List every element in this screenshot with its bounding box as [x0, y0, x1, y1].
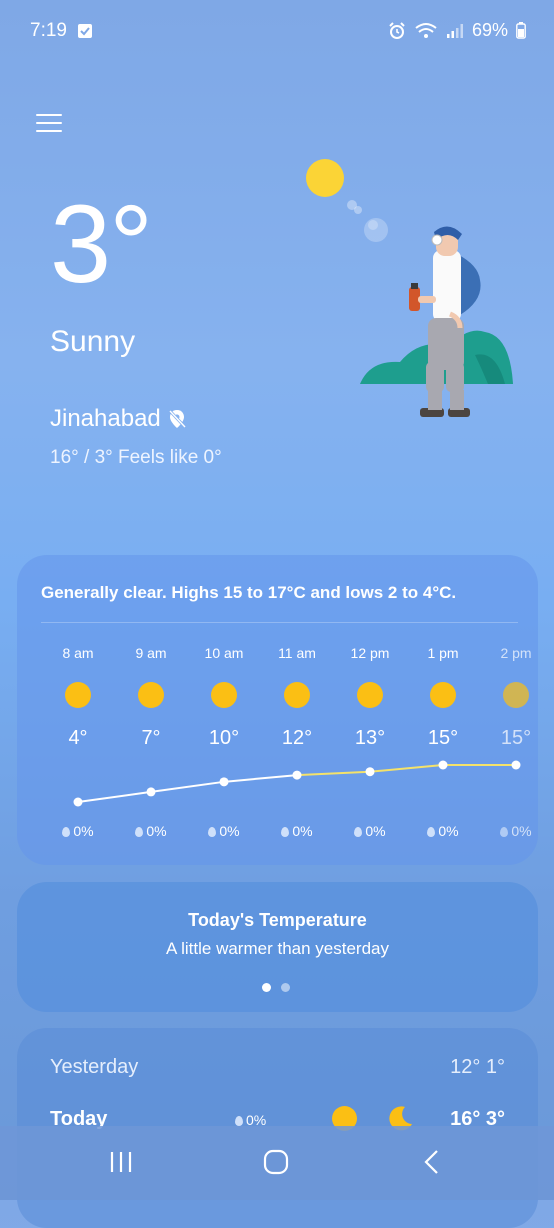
curve-point	[511, 760, 521, 770]
curve-point	[292, 770, 302, 780]
battery-percent: 69%	[471, 20, 508, 40]
hamburger-icon	[36, 114, 62, 116]
curve-segment	[369, 764, 444, 773]
curve-segment	[77, 790, 152, 803]
location-name: Jinahabad	[50, 405, 161, 432]
menu-button[interactable]	[36, 110, 62, 136]
status-icons: 69%	[388, 20, 526, 41]
navigation-bar	[0, 1126, 554, 1200]
hourly-forecast-card[interactable]: Generally clear. Highs 15 to 17°C and lo…	[17, 555, 538, 865]
home-button[interactable]	[262, 1148, 290, 1176]
curve-point	[219, 777, 229, 787]
today-temperature-title: Today's Temperature	[188, 910, 367, 930]
forecast-summary: Generally clear. Highs 15 to 17°C and lo…	[41, 583, 457, 602]
recent-apps-button[interactable]	[108, 1148, 134, 1176]
curve-point	[365, 767, 375, 777]
curve-point	[146, 787, 156, 797]
today-temperature-card[interactable]: Today's Temperature A little warmer than…	[17, 882, 538, 1012]
wifi-icon	[415, 22, 437, 38]
daily-temps: 12° 1°	[450, 1056, 505, 1078]
check-icon	[78, 24, 92, 38]
page-dot-2	[281, 983, 290, 992]
status-time: 7:19	[30, 20, 67, 41]
curve-point	[438, 760, 448, 770]
current-condition: Sunny	[50, 325, 136, 358]
location-off-icon	[168, 409, 186, 429]
battery-icon	[516, 22, 526, 39]
page-dot-1	[262, 983, 271, 992]
signal-icon	[446, 23, 463, 38]
temperature-curve	[73, 760, 521, 807]
raindrop-icon	[235, 1116, 243, 1126]
curve-segment	[150, 780, 225, 793]
sun-icon	[306, 159, 344, 197]
hourly-list[interactable]: 8 am 4° 0% 9 am 7° 0% 10 am 10° 0% 11 am 12° 0% 12 p…	[17, 645, 538, 845]
today-temperature-subtitle: A little warmer than yesterday	[166, 939, 389, 958]
curve-segment	[223, 774, 298, 783]
alarm-icon	[389, 21, 405, 39]
daily-label: Yesterday	[50, 1056, 139, 1078]
divider	[41, 622, 518, 623]
curve-segment	[296, 770, 371, 777]
current-temperature: 3°	[50, 183, 153, 306]
daily-row-yesterday: Yesterday 12° 1°	[50, 1056, 505, 1088]
weather-illustration	[306, 159, 513, 417]
temperature-range: 16° / 3° Feels like 0°	[50, 447, 222, 468]
location[interactable]: Jinahabad	[50, 405, 187, 433]
page-indicator	[262, 983, 290, 992]
back-button[interactable]	[420, 1148, 444, 1176]
status-bar: 7:19 69%	[0, 0, 554, 64]
curve-point	[73, 797, 83, 807]
